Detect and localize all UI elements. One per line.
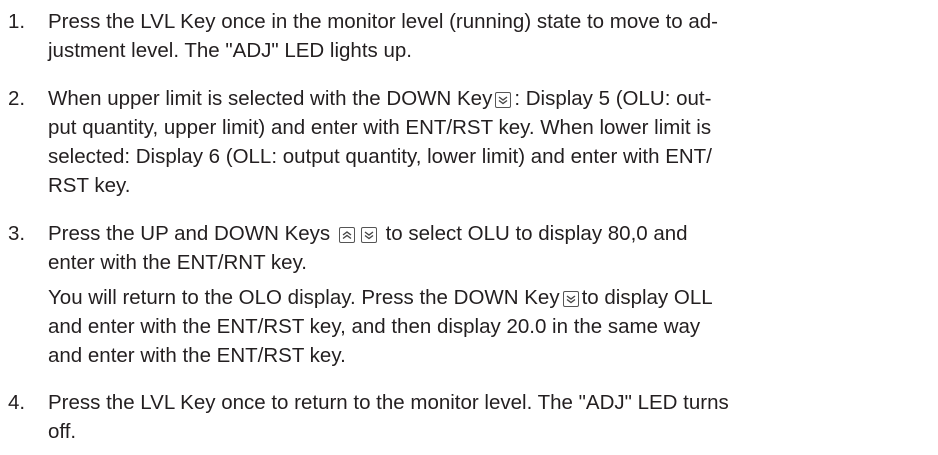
step-text-line: When upper limit is selected with the DO… xyxy=(48,86,711,112)
down-key-icon xyxy=(495,92,512,108)
step-text-line: You will return to the OLO display. Pres… xyxy=(48,285,713,311)
step-text-segment: You will return to the OLO display. Pres… xyxy=(48,286,560,309)
step-text-segment: When upper limit is selected with the DO… xyxy=(48,87,493,110)
step-number: 4. xyxy=(8,391,26,414)
step-text-line: RST key. xyxy=(48,174,131,197)
step-text-line: selected: Display 6 (OLL: output quantit… xyxy=(48,145,712,168)
step-text-segment: Press the UP and DOWN Keys xyxy=(48,222,331,245)
step-text-line: off. xyxy=(48,420,77,443)
step-text-line: and enter with the ENT/RST key, and then… xyxy=(48,315,701,338)
down-key-icon xyxy=(562,291,579,307)
step-text-line: Press the LVL Key once to return to the … xyxy=(48,391,729,414)
down-key-icon xyxy=(360,227,377,243)
step-text-line: justment level. The "ADJ" LED lights up. xyxy=(48,39,412,62)
step-text-line: put quantity, upper limit) and enter wit… xyxy=(48,116,712,139)
step-text-line: and enter with the ENT/RST key. xyxy=(48,344,346,367)
step-text-line: enter with the ENT/RNT key. xyxy=(48,251,307,274)
step-text-line: Press the UP and DOWN Keys to select OLU… xyxy=(48,221,688,247)
up-key-icon xyxy=(338,227,355,243)
step-number: 1. xyxy=(8,10,26,33)
step-text-segment: to select OLU to display 80,0 and xyxy=(385,222,688,245)
step-text-line: Press the LVL Key once in the monitor le… xyxy=(48,10,719,33)
step-text-segment: to display OLL xyxy=(581,286,713,309)
step-number: 2. xyxy=(8,87,26,110)
step-text-segment: : Display 5 (OLU: out- xyxy=(514,87,712,110)
step-number: 3. xyxy=(8,222,26,245)
